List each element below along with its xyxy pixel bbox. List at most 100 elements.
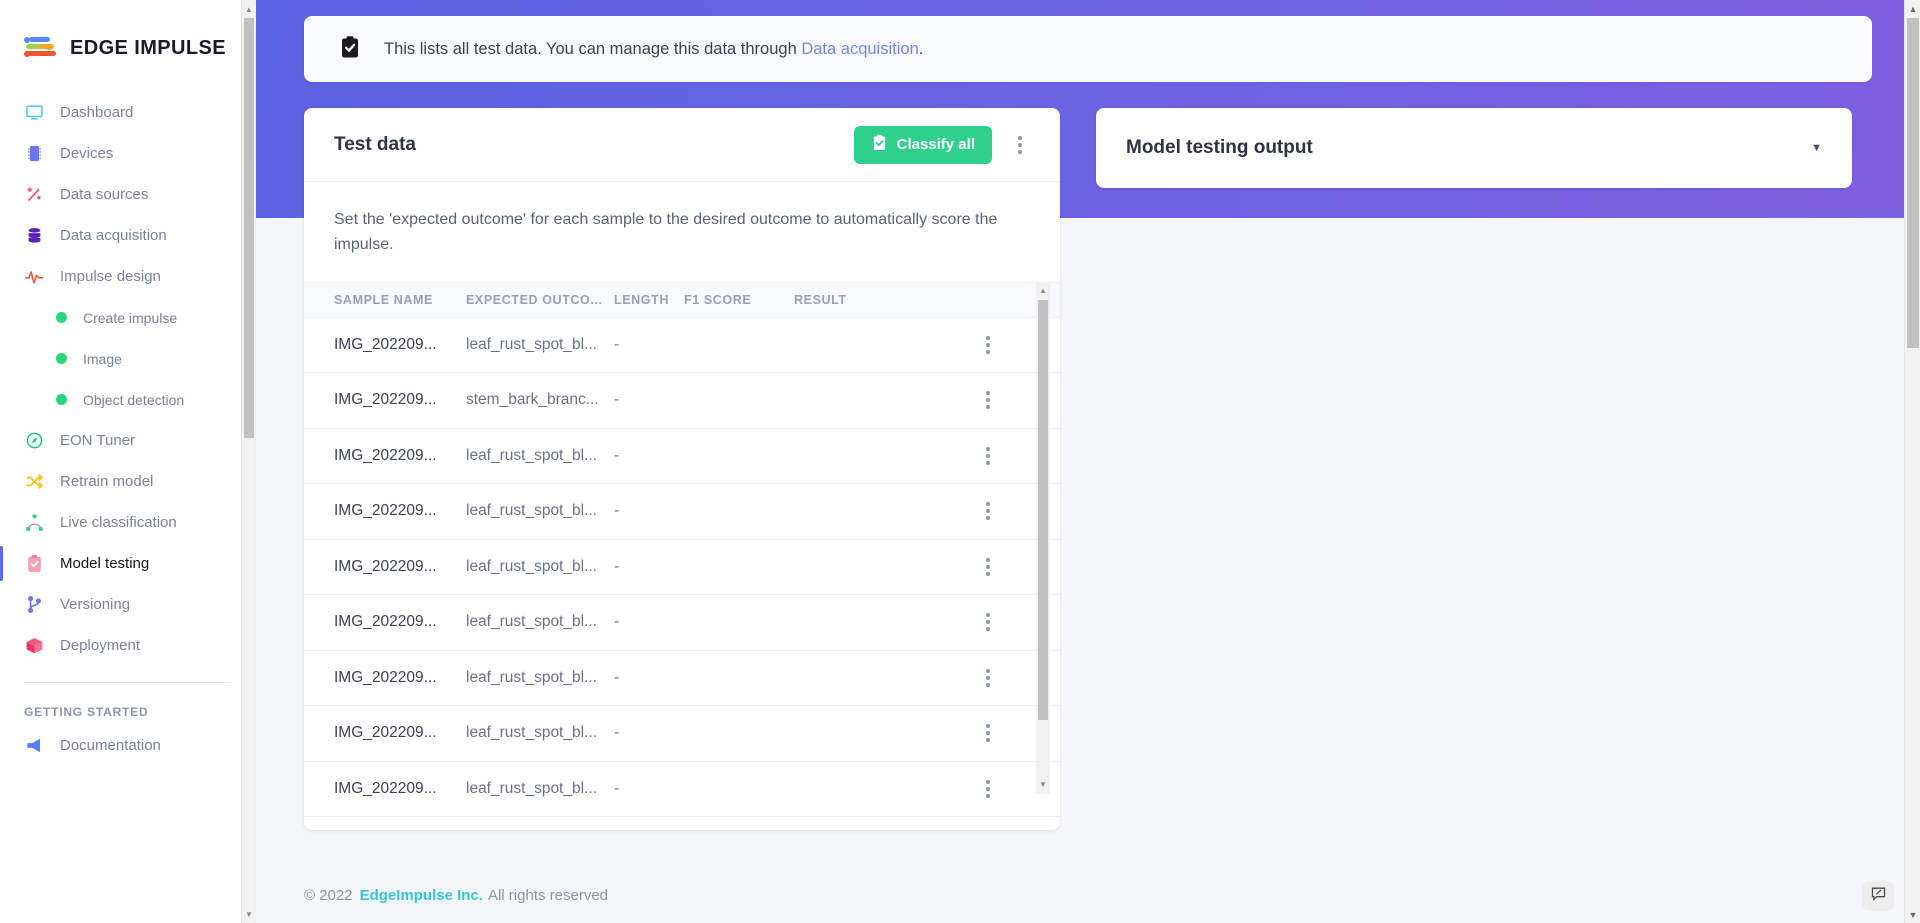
sidebar-item-live-classification[interactable]: Live classification <box>0 502 255 543</box>
sidebar-item-model-testing[interactable]: Model testing <box>0 543 255 584</box>
sidebar-item-label: Versioning <box>60 596 131 613</box>
test-data-description: Set the 'expected outcome' for each samp… <box>334 211 998 253</box>
main-content: This lists all test data. You can manage… <box>256 0 1920 923</box>
sidebar-item-label: EON Tuner <box>60 432 136 449</box>
scroll-down-icon[interactable]: ▼ <box>1036 777 1050 793</box>
status-dot-icon <box>56 394 67 405</box>
chip-icon <box>24 144 44 164</box>
app-root: EDGE IMPULSE Dashboard Devices Data sour… <box>0 0 1920 923</box>
cell-length: - <box>614 724 620 742</box>
monitor-icon <box>24 103 44 123</box>
table-row[interactable]: IMG_202209... leaf_rust_spot_bl... - <box>304 762 1060 818</box>
graph-icon <box>24 513 44 533</box>
cell-sample-name: IMG_202209... <box>334 502 437 520</box>
sidebar-item-documentation[interactable]: Documentation <box>0 725 255 766</box>
table-row[interactable]: IMG_202209... leaf_rust_spot_bl... - <box>304 706 1060 762</box>
sidebar-item-dashboard[interactable]: Dashboard <box>0 92 255 133</box>
table-scrollbar[interactable]: ▲ ▼ <box>1036 281 1050 794</box>
sidebar-item-label: Dashboard <box>60 104 134 121</box>
scroll-down-icon[interactable]: ▼ <box>242 906 255 922</box>
cell-expected-outcome[interactable]: leaf_rust_spot_bl... <box>466 558 614 576</box>
classify-all-label: Classify all <box>896 136 975 153</box>
column-header-result: RESULT <box>794 292 847 307</box>
table-body: IMG_202209... leaf_rust_spot_bl... - IMG_20… <box>304 318 1060 830</box>
sidebar-item-label: Live classification <box>60 514 177 531</box>
table-row[interactable]: IMG_202209... leaf_rust_spot_bl... - <box>304 540 1060 596</box>
cell-sample-name: IMG_202209... <box>334 724 437 742</box>
page-scrollbar-thumb[interactable] <box>1907 18 1919 348</box>
table-row[interactable]: IMG_202209... leaf_rust_spot_bl... - <box>304 318 1060 374</box>
sidebar-item-deployment[interactable]: Deployment <box>0 625 255 666</box>
cell-expected-outcome[interactable]: leaf_rust_spot_bl... <box>466 724 614 742</box>
footer: © 2022 EdgeImpulse Inc. All rights reser… <box>256 867 1920 923</box>
cell-expected-outcome[interactable]: leaf_rust_spot_bl... <box>466 613 614 631</box>
cell-sample-name: IMG_202209... <box>334 668 437 686</box>
sidebar-item-label: Data sources <box>60 186 149 203</box>
sidebar-item-impulse-design[interactable]: Impulse design <box>0 256 255 297</box>
sidebar-subitem-object-detection[interactable]: Object detection <box>0 379 255 420</box>
scroll-up-icon[interactable]: ▲ <box>1036 283 1050 299</box>
sidebar-subitem-image[interactable]: Image <box>0 338 255 379</box>
sidebar-item-data-acquisition[interactable]: Data acquisition <box>0 215 255 256</box>
cell-length: - <box>614 613 620 631</box>
sidebar-item-devices[interactable]: Devices <box>0 133 255 174</box>
megaphone-icon <box>24 736 44 756</box>
cell-expected-outcome[interactable]: leaf_rust_spot_bl... <box>466 447 614 465</box>
cell-expected-outcome[interactable]: leaf_rust_spot_bl... <box>466 502 614 520</box>
sidebar-item-versioning[interactable]: Versioning <box>0 584 255 625</box>
table-row[interactable]: IMG_202209... leaf_rust_spot_bl... - <box>304 651 1060 707</box>
sidebar: EDGE IMPULSE Dashboard Devices Data sour… <box>0 0 256 923</box>
sidebar-item-label: Retrain model <box>60 473 154 490</box>
row-menu-icon[interactable] <box>978 441 998 471</box>
sidebar-subitem-label: Image <box>83 350 122 367</box>
cell-expected-outcome[interactable]: stem_bark_branc... <box>466 391 614 409</box>
table-row[interactable]: IMG_202209... leaf_rust_spot_bl... - <box>304 484 1060 540</box>
page-scrollbar[interactable]: ▲ ▼ <box>1904 0 1920 923</box>
footer-company: EdgeImpulse Inc. <box>359 886 483 904</box>
sidebar-scrollbar-thumb[interactable] <box>244 18 254 438</box>
row-menu-icon[interactable] <box>978 496 998 526</box>
model-testing-output-header[interactable]: Model testing output ▼ <box>1096 108 1852 188</box>
table-scrollbar-thumb[interactable] <box>1038 299 1048 720</box>
feedback-button[interactable] <box>1862 881 1894 911</box>
clipboard-check-icon <box>871 134 888 155</box>
page-title: Test data <box>334 133 417 155</box>
sidebar-item-data-sources[interactable]: Data sources <box>0 174 255 215</box>
data-acquisition-link[interactable]: Data acquisition <box>801 40 918 58</box>
test-data-card-actions: Classify all <box>853 125 1030 164</box>
classify-all-button[interactable]: Classify all <box>853 125 992 164</box>
row-menu-icon[interactable] <box>978 774 998 804</box>
cell-expected-outcome[interactable]: leaf_rust_spot_bl... <box>466 336 614 354</box>
table-row[interactable]: IMG_202209... leaf_rust_spot_bl... - <box>304 429 1060 485</box>
test-data-card-header: Test data Classify all <box>304 108 1060 182</box>
logo[interactable]: EDGE IMPULSE <box>0 0 255 74</box>
table-row[interactable]: IMG_202209... leaf_rust_spot_bl... - <box>304 595 1060 651</box>
scroll-up-icon[interactable]: ▲ <box>242 1 255 17</box>
sidebar-scrollbar[interactable]: ▲ ▼ <box>241 0 255 923</box>
wand-icon <box>24 185 44 205</box>
sidebar-item-label: Model testing <box>60 555 150 572</box>
table-row[interactable]: IMG_202209... stem_bark_branc... - <box>304 373 1060 429</box>
row-menu-icon[interactable] <box>978 718 998 748</box>
kebab-menu-icon[interactable] <box>1010 130 1030 160</box>
sidebar-item-label: Data acquisition <box>60 227 167 244</box>
row-menu-icon[interactable] <box>978 552 998 582</box>
edge-impulse-logo-icon <box>24 35 60 61</box>
cell-expected-outcome[interactable]: leaf_rust_spot_bl... <box>466 669 614 687</box>
row-menu-icon[interactable] <box>978 330 998 360</box>
test-data-table: SAMPLE NAME EXPECTED OUTCO... LENGTH F1 … <box>304 281 1060 830</box>
sidebar-item-label: Deployment <box>60 637 141 654</box>
row-menu-icon[interactable] <box>978 663 998 693</box>
row-menu-icon[interactable] <box>978 607 998 637</box>
column-header-expected-outcome: EXPECTED OUTCO... <box>466 292 603 307</box>
sidebar-item-eon-tuner[interactable]: EON Tuner <box>0 420 255 461</box>
cell-sample-name: IMG_202209... <box>334 613 437 631</box>
scroll-up-icon[interactable]: ▲ <box>1905 0 1920 17</box>
row-menu-icon[interactable] <box>978 385 998 415</box>
sidebar-item-retrain-model[interactable]: Retrain model <box>0 461 255 502</box>
cell-expected-outcome[interactable]: leaf_rust_spot_bl... <box>466 780 614 798</box>
scroll-down-icon[interactable]: ▼ <box>1905 906 1920 923</box>
sidebar-subitem-create-impulse[interactable]: Create impulse <box>0 297 255 338</box>
chevron-down-icon[interactable]: ▼ <box>1811 142 1822 154</box>
clipboard-check-icon <box>24 554 44 574</box>
